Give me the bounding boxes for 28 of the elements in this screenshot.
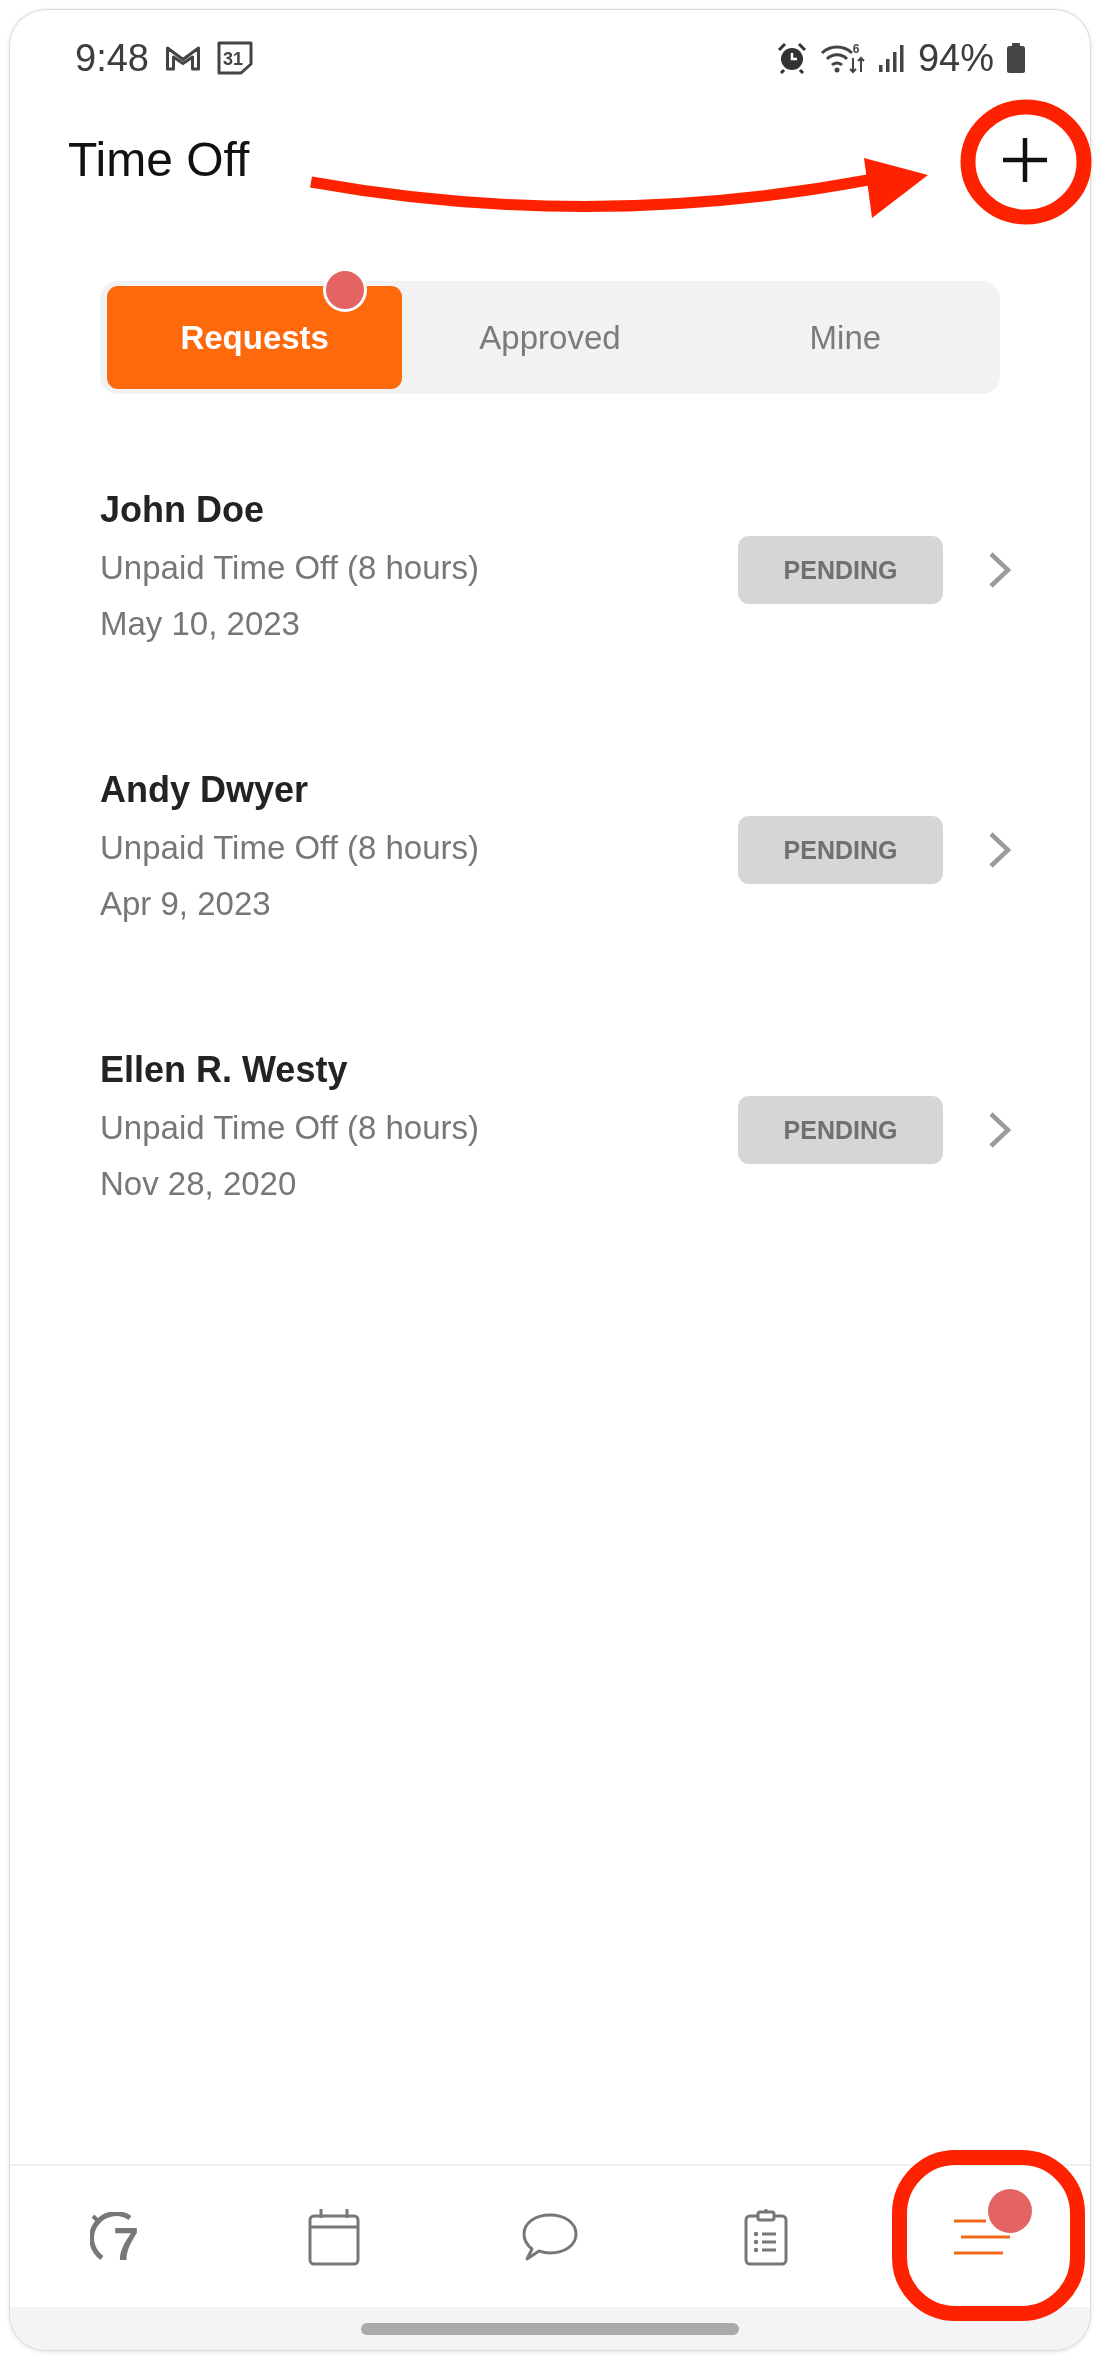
employee-name: John Doe: [100, 488, 265, 532]
tab[interactable]: Requests: [107, 286, 403, 389]
leave-type: Unpaid Time Off (8 hours): [100, 828, 481, 868]
request-date: May 10, 2023: [100, 604, 301, 644]
chevron-right-icon[interactable]: [988, 831, 1012, 869]
request-date: Apr 9, 2023: [100, 884, 272, 924]
leave-type: Unpaid Time Off (8 hours): [100, 548, 481, 588]
plus-icon: [1002, 137, 1048, 183]
employee-name: Ellen R. Westy: [100, 1048, 349, 1092]
battery-icon: [1006, 42, 1026, 73]
chevron-right-icon[interactable]: [988, 551, 1012, 589]
battery-percentage: 94%: [917, 35, 994, 80]
status-badge: PENDING: [738, 816, 943, 884]
mail-icon: [164, 44, 201, 71]
tab[interactable]: Mine: [697, 286, 993, 389]
page-title: Time Off: [68, 132, 250, 188]
leave-type: Unpaid Time Off (8 hours): [100, 1108, 481, 1148]
nav-tab[interactable]: 7: [10, 2166, 226, 2307]
signal-icon: [877, 42, 906, 73]
request-date: Nov 28, 2020: [100, 1164, 298, 1204]
employee-name: Andy Dwyer: [100, 768, 310, 812]
chevron-right-icon[interactable]: [988, 1111, 1012, 1149]
status-badge: PENDING: [738, 536, 943, 604]
calendar-app-icon: 31: [216, 40, 253, 75]
status-time: 9:48: [75, 35, 149, 80]
status-badge: PENDING: [738, 1096, 943, 1164]
alarm-icon: [775, 41, 808, 74]
tab[interactable]: Approved: [402, 286, 698, 389]
